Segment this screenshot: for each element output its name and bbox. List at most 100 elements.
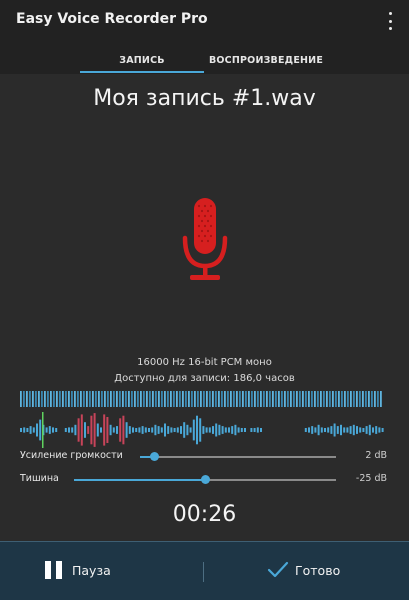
level-segment bbox=[224, 391, 226, 407]
waveform-bar bbox=[362, 428, 365, 432]
waveform-bar bbox=[314, 427, 317, 433]
level-segment bbox=[272, 391, 274, 407]
waveform-bar bbox=[218, 424, 221, 436]
gain-slider-thumb[interactable] bbox=[150, 452, 159, 461]
waveform-bar bbox=[157, 426, 160, 434]
waveform bbox=[20, 412, 384, 448]
waveform-bar bbox=[240, 428, 243, 432]
level-segment bbox=[299, 391, 301, 407]
waveform-bar bbox=[183, 422, 186, 438]
waveform-bar bbox=[189, 427, 192, 433]
level-segment bbox=[317, 391, 319, 407]
level-segment bbox=[152, 391, 154, 407]
microphone-icon bbox=[182, 198, 228, 280]
gain-slider-track[interactable] bbox=[140, 456, 336, 458]
level-segment bbox=[248, 391, 250, 407]
level-segment bbox=[365, 391, 367, 407]
recording-timer: 00:26 bbox=[172, 502, 237, 527]
level-segment bbox=[332, 391, 334, 407]
level-segment bbox=[218, 391, 220, 407]
level-segment bbox=[29, 391, 31, 407]
waveform-bar bbox=[231, 426, 234, 434]
level-segment bbox=[131, 391, 133, 407]
level-segment bbox=[221, 391, 223, 407]
waveform-bar bbox=[365, 426, 368, 434]
silence-slider-thumb[interactable] bbox=[201, 475, 210, 484]
waveform-bar bbox=[256, 427, 259, 433]
level-segment bbox=[86, 391, 88, 407]
check-icon bbox=[267, 561, 289, 578]
waveform-bar bbox=[96, 423, 99, 437]
waveform-bar bbox=[80, 414, 83, 446]
level-segment bbox=[56, 391, 58, 407]
level-segment bbox=[191, 391, 193, 407]
tab-record[interactable]: ЗАПИСЬ bbox=[80, 46, 204, 74]
level-segment bbox=[107, 391, 109, 407]
waveform-bar bbox=[141, 426, 144, 434]
waveform-bar bbox=[308, 427, 310, 433]
app-title: Easy Voice Recorder Pro bbox=[16, 11, 208, 27]
level-segment bbox=[314, 391, 316, 407]
tab-bar: ЗАПИСЬ ВОСПРОИЗВЕДЕНИЕ bbox=[0, 46, 409, 74]
waveform-bar bbox=[135, 428, 138, 432]
waveform-bar bbox=[375, 426, 378, 434]
waveform-bar bbox=[304, 428, 307, 432]
waveform-bar bbox=[29, 426, 32, 434]
waveform-bar bbox=[160, 427, 163, 433]
level-segment bbox=[179, 391, 181, 407]
done-button[interactable]: Готово bbox=[267, 547, 377, 593]
waveform-bar bbox=[202, 426, 205, 434]
recording-format: 16000 Hz 16-bit PCM моно bbox=[137, 357, 272, 368]
waveform-bar bbox=[311, 426, 314, 434]
overflow-menu-icon[interactable] bbox=[385, 12, 395, 30]
level-segment bbox=[170, 391, 172, 407]
level-segment bbox=[293, 391, 295, 407]
level-segment bbox=[92, 391, 94, 407]
level-segment bbox=[308, 391, 310, 407]
level-segment bbox=[206, 391, 208, 407]
level-segment bbox=[380, 391, 382, 407]
level-segment bbox=[80, 391, 82, 407]
level-segment bbox=[119, 391, 121, 407]
waveform-bar bbox=[237, 427, 240, 433]
waveform-bar bbox=[71, 427, 74, 433]
waveform-bar bbox=[68, 427, 70, 433]
waveform-bar bbox=[192, 419, 195, 441]
level-segment bbox=[173, 391, 175, 407]
level-segment bbox=[236, 391, 238, 407]
level-segment bbox=[155, 391, 157, 407]
level-meter bbox=[20, 391, 382, 407]
waveform-bar bbox=[381, 428, 384, 432]
level-segment bbox=[263, 391, 265, 407]
waveform-bar bbox=[144, 427, 147, 433]
waveform-bar bbox=[122, 415, 125, 445]
level-segment bbox=[245, 391, 247, 407]
level-segment bbox=[137, 391, 139, 407]
level-segment bbox=[98, 391, 100, 407]
level-segment bbox=[305, 391, 307, 407]
waveform-bar bbox=[167, 426, 170, 434]
waveform-bar bbox=[343, 427, 346, 433]
level-segment bbox=[44, 391, 46, 407]
waveform-bar bbox=[116, 426, 118, 434]
level-segment bbox=[356, 391, 358, 407]
waveform-bar bbox=[103, 414, 106, 446]
waveform-bar bbox=[36, 423, 38, 437]
waveform-bar bbox=[64, 428, 67, 432]
button-divider bbox=[203, 562, 204, 582]
level-segment bbox=[257, 391, 259, 407]
tab-playback[interactable]: ВОСПРОИЗВЕДЕНИЕ bbox=[204, 46, 328, 74]
level-segment bbox=[41, 391, 43, 407]
waveform-bar bbox=[327, 427, 330, 433]
level-segment bbox=[266, 391, 268, 407]
playhead-marker bbox=[42, 412, 44, 448]
level-segment bbox=[338, 391, 340, 407]
pause-button[interactable]: Пауза bbox=[44, 547, 154, 593]
level-segment bbox=[335, 391, 337, 407]
waveform-bar bbox=[170, 427, 173, 433]
level-segment bbox=[62, 391, 64, 407]
waveform-bar bbox=[336, 426, 339, 434]
level-segment bbox=[74, 391, 76, 407]
waveform-bar bbox=[212, 426, 214, 434]
level-segment bbox=[242, 391, 244, 407]
